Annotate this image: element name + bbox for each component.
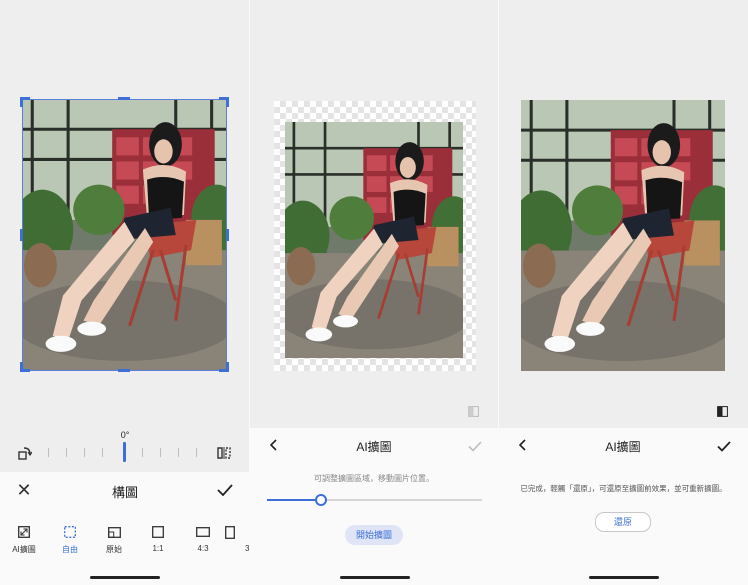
nav-handle <box>90 576 160 579</box>
confirm-icon[interactable] <box>713 436 735 456</box>
crop-handle-bottom[interactable] <box>118 369 130 372</box>
ai-expand-screen: AI擴圖 可調整擴圖區域，移動圖片位置。 開始擴圖 <box>250 0 498 585</box>
angle-label: 0° <box>120 430 130 440</box>
tool-ratio-3[interactable]: 3: <box>225 524 249 553</box>
crop-frame[interactable] <box>22 99 227 371</box>
crop-screen: 0° ✕ 構圖 AI擴圖 自由 原始 1:1 4:3 3: <box>0 0 249 585</box>
page-title: 構圖 <box>111 485 138 500</box>
tool-label: 原始 <box>106 545 122 554</box>
tool-free[interactable]: 自由 <box>48 524 92 555</box>
back-icon[interactable] <box>513 436 531 454</box>
photo-preview[interactable] <box>521 100 725 371</box>
ratio-1-1-icon <box>152 526 164 538</box>
ai-expand-result-screen: AI擴圖 已完成，輕觸「還原」，可還原至擴圖前效果，並可重新擴圖。 還原 <box>499 0 748 585</box>
tool-label: 4:3 <box>197 544 209 553</box>
page-title: AI擴圖 <box>356 440 392 454</box>
compare-icon[interactable] <box>466 404 480 418</box>
nav-handle <box>340 576 410 579</box>
ai-expand-icon <box>18 526 30 538</box>
rotate-icon[interactable] <box>16 444 34 462</box>
page-title: AI擴圖 <box>605 440 641 454</box>
free-crop-icon <box>64 526 76 538</box>
confirm-icon[interactable] <box>214 480 236 500</box>
tool-label: 1:1 <box>152 544 164 553</box>
tool-ai-expand[interactable]: AI擴圖 <box>2 524 46 555</box>
close-icon[interactable]: ✕ <box>14 480 34 500</box>
crop-handle-top[interactable] <box>118 97 130 100</box>
back-icon[interactable] <box>264 436 282 454</box>
expand-slider[interactable] <box>267 494 482 506</box>
crop-handle-right[interactable] <box>226 229 229 241</box>
compare-icon[interactable] <box>715 404 729 418</box>
tool-original[interactable]: 原始 <box>92 524 136 555</box>
tool-label: 3: <box>245 544 249 553</box>
start-expand-button[interactable]: 開始擴圖 <box>345 525 403 545</box>
confirm-icon <box>464 436 486 456</box>
nav-handle <box>589 576 659 579</box>
original-ratio-icon <box>107 526 121 538</box>
restore-button[interactable]: 還原 <box>595 512 651 532</box>
ratio-4-3-icon <box>196 527 210 537</box>
bottom-sheet: AI擴圖 可調整擴圖區域，移動圖片位置。 開始擴圖 <box>250 428 498 585</box>
slider-fill <box>267 499 321 501</box>
angle-indicator[interactable] <box>123 442 126 462</box>
tool-label: 自由 <box>62 545 78 554</box>
bottom-sheet: AI擴圖 已完成，輕觸「還原」，可還原至擴圖前效果，並可重新擴圖。 還原 <box>499 428 748 585</box>
done-message: 已完成，輕觸「還原」，可還原至擴圖前效果，並可重新擴圖。 <box>520 484 727 493</box>
hint-text: 可調整擴圖區域，移動圖片位置。 <box>314 474 434 483</box>
slider-thumb[interactable] <box>314 494 327 506</box>
tool-label: AI擴圖 <box>12 545 36 554</box>
crop-handle-left[interactable] <box>20 229 23 241</box>
ratio-3-icon <box>225 525 235 539</box>
tool-ratio-4-3[interactable]: 4:3 <box>181 524 225 553</box>
flip-icon[interactable] <box>215 444 233 462</box>
photo-preview[interactable] <box>285 122 463 358</box>
tool-ratio-1-1[interactable]: 1:1 <box>136 524 180 553</box>
